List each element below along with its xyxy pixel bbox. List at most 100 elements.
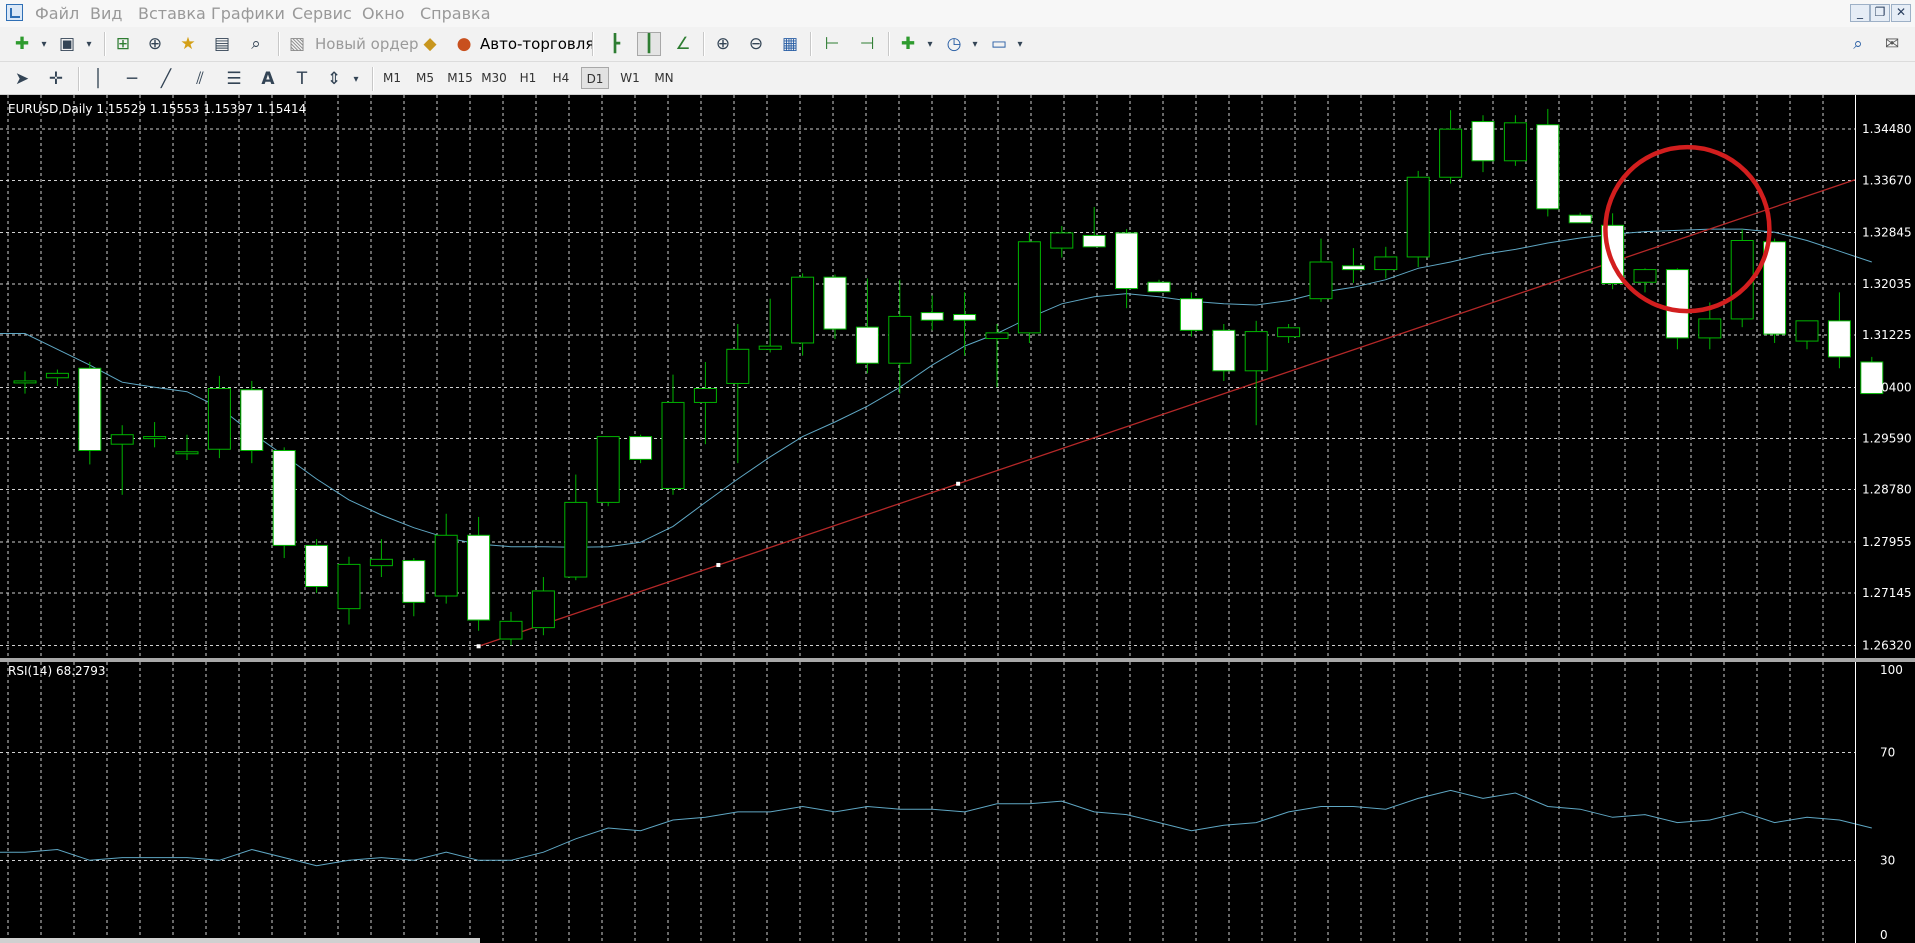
menu-insert[interactable]: Вставка [138,4,206,23]
strategy-tester-icon[interactable]: ⌕ [244,32,268,56]
equidistant-channel-icon[interactable]: ⫽ [188,67,212,91]
dropdown-arrow-icon[interactable]: ▾ [344,67,368,91]
timeframe-h4[interactable]: H4 [547,67,575,89]
bearish-candle [78,367,102,452]
trade-history-icon[interactable]: ◆ [418,32,442,56]
rsi-label: 70 [1880,746,1895,760]
chart-shift-icon[interactable]: ⊢ [820,32,844,56]
market-watch-icon[interactable]: ⊞ [111,32,135,56]
bullish-candle [143,436,167,440]
bearish-candle [1341,265,1365,271]
price-label: 1.26320 [1862,638,1912,652]
rsi-label: 30 [1880,853,1895,867]
navigator-icon[interactable]: ⊕ [143,32,167,56]
menu-window[interactable]: Окно [362,4,405,23]
restore-button[interactable]: ❐ [1870,4,1890,22]
autoscroll-icon[interactable]: ⊣ [855,32,879,56]
bullish-candle [1795,320,1819,342]
menu-charts[interactable]: Графики [211,4,285,23]
menu-help[interactable]: Справка [420,4,491,23]
candlesticks-icon[interactable]: ┃ [637,32,661,56]
minimize-button[interactable]: _ [1850,4,1870,22]
trendline-anchor-point[interactable] [956,481,961,486]
trendline-anchor-point[interactable] [716,563,721,568]
trendline-anchor-point[interactable] [476,644,481,649]
dropdown-arrow-icon[interactable]: ▾ [77,32,101,56]
bullish-candle [1406,176,1430,258]
indicators-icon[interactable]: ✚ [896,32,920,56]
price-label: 1.33670 [1862,173,1912,187]
bearish-candle [1212,329,1236,372]
bullish-candle [13,380,37,384]
zoom-out-icon[interactable]: ⊖ [744,32,768,56]
terminal-icon[interactable]: ▤ [210,32,234,56]
vertical-line-icon[interactable]: │ [86,67,110,91]
close-button[interactable]: ✕ [1891,4,1911,22]
bearish-candle [629,436,653,460]
line-chart-icon[interactable]: ∠ [671,32,695,56]
trendline-icon[interactable]: ╱ [154,67,178,91]
chart-window[interactable]: EURUSD,Daily 1.15529 1.15553 1.15397 1.1… [0,95,1915,943]
bearish-candle [1568,214,1592,224]
bearish-candle [1471,121,1495,162]
menu-view[interactable]: Вид [90,4,122,23]
dropdown-arrow-icon[interactable]: ▾ [963,32,987,56]
bearish-candle [920,312,944,321]
bullish-candle [434,534,458,597]
search-icon[interactable]: ⌕ [1846,32,1870,56]
cursor-icon[interactable]: ➤ [10,67,34,91]
new-order-icon[interactable]: ▧ [285,32,309,56]
arrows-icon[interactable]: ⇕ [322,67,346,91]
fibonacci-icon[interactable]: ☰ [222,67,246,91]
bearish-candle [1179,298,1203,331]
autotrading-button[interactable]: Авто-торговля [480,35,594,53]
bullish-candle [1017,241,1041,334]
new-order-button[interactable]: Новый ордер [315,35,418,53]
bullish-candle [985,332,1009,340]
timeframe-m5[interactable]: M5 [411,67,439,89]
bearish-candle [1147,281,1171,293]
timeframe-mn[interactable]: MN [648,67,680,89]
chat-icon[interactable]: ✉ [1880,32,1904,56]
dropdown-arrow-icon[interactable]: ▾ [32,32,56,56]
dropdown-arrow-icon[interactable]: ▾ [918,32,942,56]
tile-windows-icon[interactable]: ▦ [778,32,802,56]
zoom-in-icon[interactable]: ⊕ [711,32,735,56]
menu-file[interactable]: Файл [35,4,79,23]
horizontal-scrollbar[interactable] [0,938,480,943]
autotrading-icon[interactable]: ● [452,32,476,56]
text-icon[interactable]: A [256,67,280,91]
timeframe-h1[interactable]: H1 [514,67,542,89]
crosshair-icon[interactable]: ✛ [44,67,68,91]
profiles-icon[interactable]: ▣ [55,32,79,56]
favorites-icon[interactable]: ★ [176,32,200,56]
bullish-candle [45,372,69,379]
timeframe-m15[interactable]: M15 [444,67,476,89]
new-chart-icon[interactable]: ✚ [10,32,34,56]
bearish-candle [1827,320,1851,358]
bar-chart-icon[interactable]: ┣ [603,32,627,56]
price-label: 1.29590 [1862,432,1912,446]
bearish-candle [953,314,977,321]
horizontal-line-icon[interactable]: ─ [120,67,144,91]
bullish-candle [1244,331,1268,372]
bullish-candle [1374,256,1398,271]
bullish-candle [693,388,717,403]
dropdown-arrow-icon[interactable]: ▾ [1008,32,1032,56]
timeframe-w1[interactable]: W1 [614,67,646,89]
timeframe-m30[interactable]: M30 [478,67,510,89]
pane-separator[interactable] [0,658,1915,662]
menu-tools[interactable]: Сервис [292,4,352,23]
bullish-candle [1309,261,1333,300]
timeframe-d1[interactable]: D1 [581,67,609,89]
bullish-candle [499,620,523,640]
price-label: 1.32035 [1862,277,1912,291]
bullish-candle [791,276,815,344]
bearish-candle [272,450,296,546]
bullish-candle [564,501,588,578]
chart-canvas[interactable]: EURUSD,Daily 1.15529 1.15553 1.15397 1.1… [0,95,1915,943]
bullish-candle [758,345,782,350]
text-label-icon[interactable]: T [290,67,314,91]
line-studies-toolbar: ➤ ✛ │ ─ ╱ ⫽ ☰ A T ⇕ ▾ M1 M5 M15 M30 H1 H… [0,62,1915,95]
timeframe-m1[interactable]: M1 [378,67,406,89]
